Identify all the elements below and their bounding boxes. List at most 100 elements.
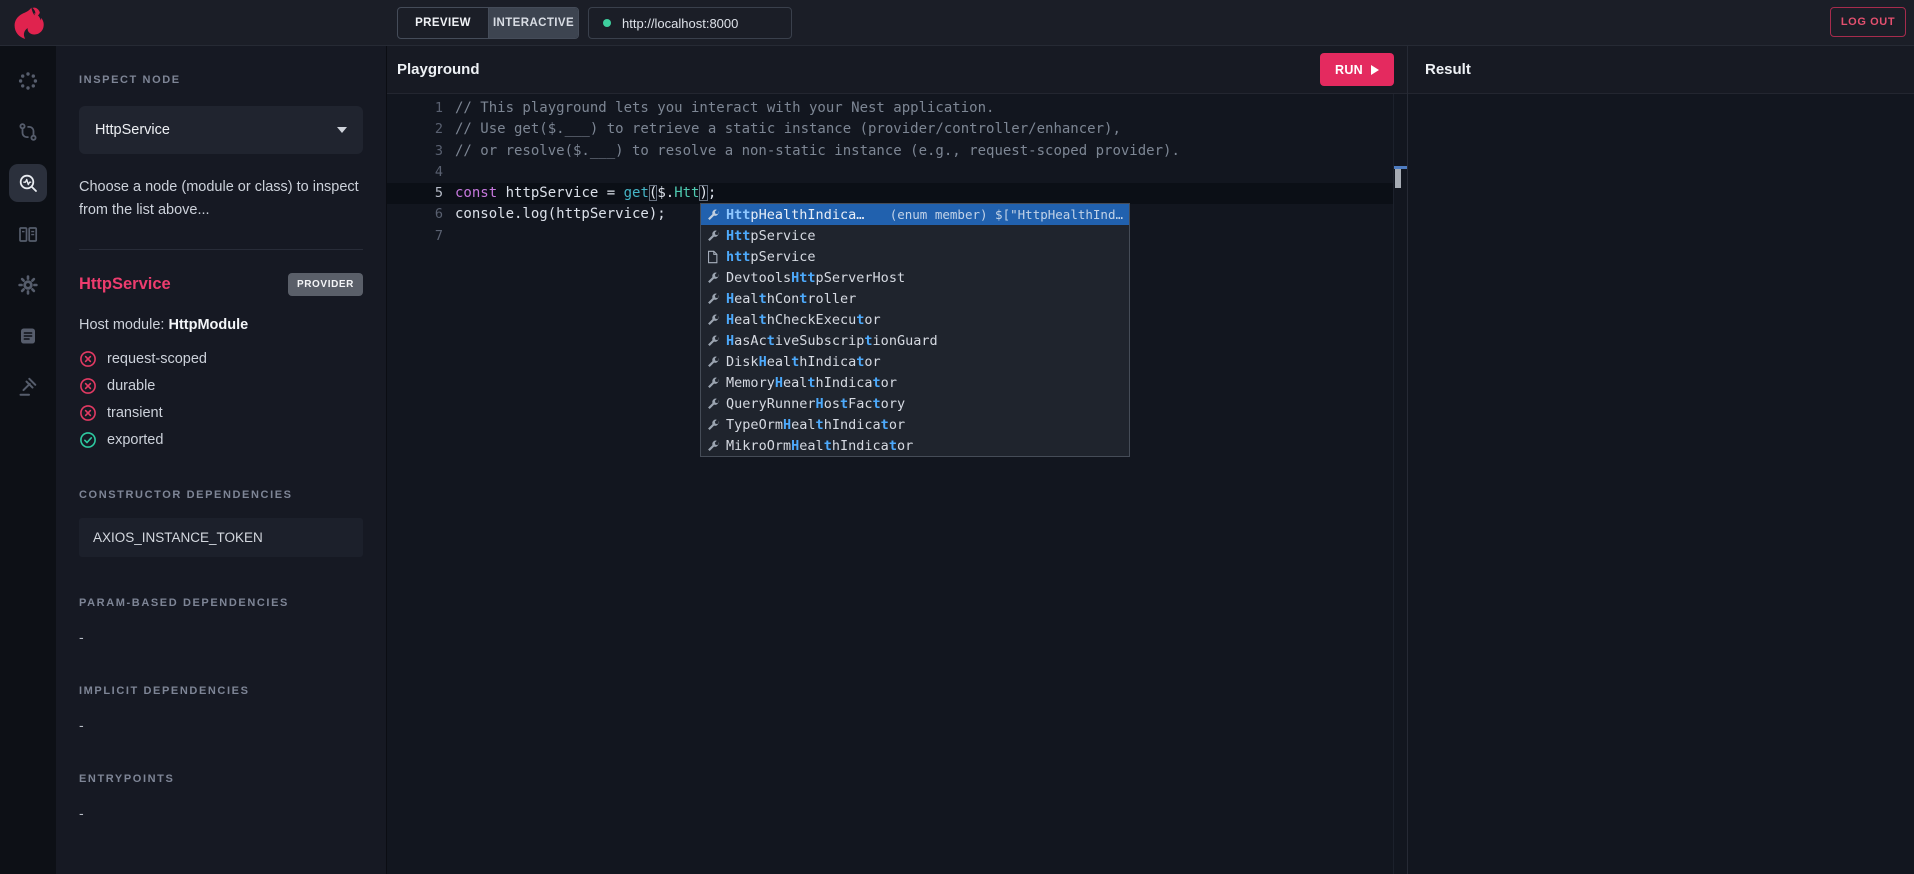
suggestion-MikroOrmHealthIndicator[interactable]: MikroOrmHealthIndicator — [701, 435, 1129, 456]
flag-durable: durable — [79, 377, 363, 395]
inspect-icon — [17, 172, 39, 194]
journal-icon — [17, 325, 39, 347]
code-text: const httpService = get($.Htt); — [455, 183, 716, 204]
code-row[interactable]: 4 — [387, 162, 1393, 183]
suggestion-label: DiskHealthIndicator — [726, 354, 881, 370]
run-button[interactable]: RUN — [1320, 53, 1394, 86]
suggestion-HttpService[interactable]: HttpService — [701, 225, 1129, 246]
suggestion-DevtoolsHttpServerHost[interactable]: DevtoolsHttpServerHost — [701, 267, 1129, 288]
suggestion-label: MikroOrmHealthIndicator — [726, 438, 913, 454]
logout-button[interactable]: LOG OUT — [1830, 7, 1906, 37]
tab-interactive[interactable]: INTERACTIVE — [488, 8, 578, 38]
playground-title: Playground — [397, 61, 480, 78]
line-number: 2 — [387, 119, 443, 140]
line-number: 3 — [387, 141, 443, 162]
tab-preview[interactable]: PREVIEW — [398, 8, 488, 38]
section-param-dependencies: PARAM-BASED DEPENDENCIES - — [79, 597, 363, 645]
rail-item-graph[interactable] — [9, 62, 47, 100]
suggestion-HasActiveSubscriptionGuard[interactable]: HasActiveSubscriptionGuard — [701, 330, 1129, 351]
suggestion-HealthCheckExecutor[interactable]: HealthCheckExecutor — [701, 309, 1129, 330]
view-mode-tabs: PREVIEW INTERACTIVE — [397, 7, 579, 39]
x-circle-icon — [79, 404, 97, 422]
library-icon — [17, 223, 39, 245]
section-title: CONSTRUCTOR DEPENDENCIES — [79, 489, 363, 501]
code-row[interactable]: 1// This playground lets you interact wi… — [387, 98, 1393, 119]
app-url-box[interactable]: http://localhost:8000 — [588, 7, 792, 39]
wrench-icon — [704, 355, 721, 369]
suggestion-label: HealthController — [726, 291, 856, 307]
play-icon — [1371, 65, 1379, 75]
suggestion-label: HealthCheckExecutor — [726, 312, 881, 328]
rail-item-library[interactable] — [9, 215, 47, 253]
x-circle-icon — [79, 350, 97, 368]
wrench-icon — [704, 439, 721, 453]
section-entrypoints: ENTRYPOINTS - — [79, 773, 363, 821]
app-url: http://localhost:8000 — [622, 16, 738, 31]
code-text: console.log(httpService); — [455, 204, 666, 225]
rail-item-settings[interactable] — [9, 266, 47, 304]
nav-rail — [0, 46, 56, 874]
section-constructor-dependencies: CONSTRUCTOR DEPENDENCIES AXIOS_INSTANCE_… — [79, 489, 363, 557]
wrench-icon — [704, 208, 721, 222]
rail-item-routes[interactable] — [9, 113, 47, 151]
code-text: // or resolve($.___) to resolve a non-st… — [455, 141, 1180, 162]
file-icon — [704, 250, 721, 264]
line-number: 5 — [387, 183, 443, 204]
wrench-icon — [704, 334, 721, 348]
suggestion-label: HttpService — [726, 228, 816, 244]
suggestion-MemoryHealthIndicator[interactable]: MemoryHealthIndicator — [701, 372, 1129, 393]
host-module-line: Host module: HttpModule — [79, 317, 363, 333]
empty-value: - — [79, 629, 363, 645]
rail-item-journal[interactable] — [9, 317, 47, 355]
code-editor[interactable]: 1// This playground lets you interact wi… — [387, 94, 1407, 874]
line-number: 1 — [387, 98, 443, 119]
editor-overview-ruler[interactable] — [1393, 94, 1407, 874]
panel-divider — [79, 249, 363, 250]
provider-badge: PROVIDER — [288, 273, 363, 296]
suggestion-QueryRunnerHostFactory[interactable]: QueryRunnerHostFactory — [701, 393, 1129, 414]
suggestion-HttpHealthIndica[interactable]: HttpHealthIndica… (enum member) $["HttpHe… — [701, 204, 1129, 225]
check-circle-icon — [79, 431, 97, 449]
inspect-panel: INSPECT NODE HttpService Choose a node (… — [56, 46, 387, 874]
result-panel: Result — [1407, 46, 1914, 874]
x-circle-icon — [79, 377, 97, 395]
rail-item-inspect[interactable] — [9, 164, 47, 202]
suggestion-label: HttpHealthIndica… — [726, 207, 864, 223]
nestjs-logo-icon — [9, 4, 47, 42]
flag-transient: transient — [79, 404, 363, 422]
suggestion-label: TypeOrmHealthIndicator — [726, 417, 905, 433]
result-title: Result — [1408, 46, 1914, 94]
suggestion-httpService[interactable]: httpService — [701, 246, 1129, 267]
node-select-value: HttpService — [95, 122, 170, 138]
wrench-icon — [704, 418, 721, 432]
node-title: HttpService — [79, 275, 171, 294]
suggestion-label: httpService — [726, 249, 816, 265]
topbar: PREVIEW INTERACTIVE http://localhost:800… — [0, 0, 1914, 46]
playground-header: Playground RUN — [387, 46, 1407, 94]
section-title: ENTRYPOINTS — [79, 773, 363, 785]
section-title: IMPLICIT DEPENDENCIES — [79, 685, 363, 697]
wrench-icon — [704, 397, 721, 411]
suggestion-DiskHealthIndicator[interactable]: DiskHealthIndicator — [701, 351, 1129, 372]
node-flags-list: request-scopeddurabletransientexported — [79, 350, 363, 449]
routes-icon — [17, 121, 39, 143]
node-select-dropdown[interactable]: HttpService — [79, 106, 363, 154]
code-row[interactable]: 5 const httpService = get($.Htt); — [387, 183, 1393, 204]
suggestion-TypeOrmHealthIndicator[interactable]: TypeOrmHealthIndicator — [701, 414, 1129, 435]
section-title: PARAM-BASED DEPENDENCIES — [79, 597, 363, 609]
suggestion-label: HasActiveSubscriptionGuard — [726, 333, 938, 349]
section-implicit-dependencies: IMPLICIT DEPENDENCIES - — [79, 685, 363, 733]
suggestion-detail: (enum member) $["HttpHealthInd… — [890, 207, 1123, 222]
host-module-value: HttpModule — [168, 317, 248, 333]
wrench-icon — [704, 376, 721, 390]
wrench-icon — [704, 292, 721, 306]
empty-value: - — [79, 717, 363, 733]
gavel-icon — [17, 376, 39, 398]
suggestion-HealthController[interactable]: HealthController — [701, 288, 1129, 309]
code-row[interactable]: 3 // or resolve($.___) to resolve a non-s… — [387, 141, 1393, 162]
code-row[interactable]: 2// Use get($.___) to retrieve a static … — [387, 119, 1393, 140]
rail-item-gavel[interactable] — [9, 368, 47, 406]
line-number: 6 — [387, 204, 443, 225]
suggestion-label: QueryRunnerHostFactory — [726, 396, 905, 412]
wrench-icon — [704, 271, 721, 285]
